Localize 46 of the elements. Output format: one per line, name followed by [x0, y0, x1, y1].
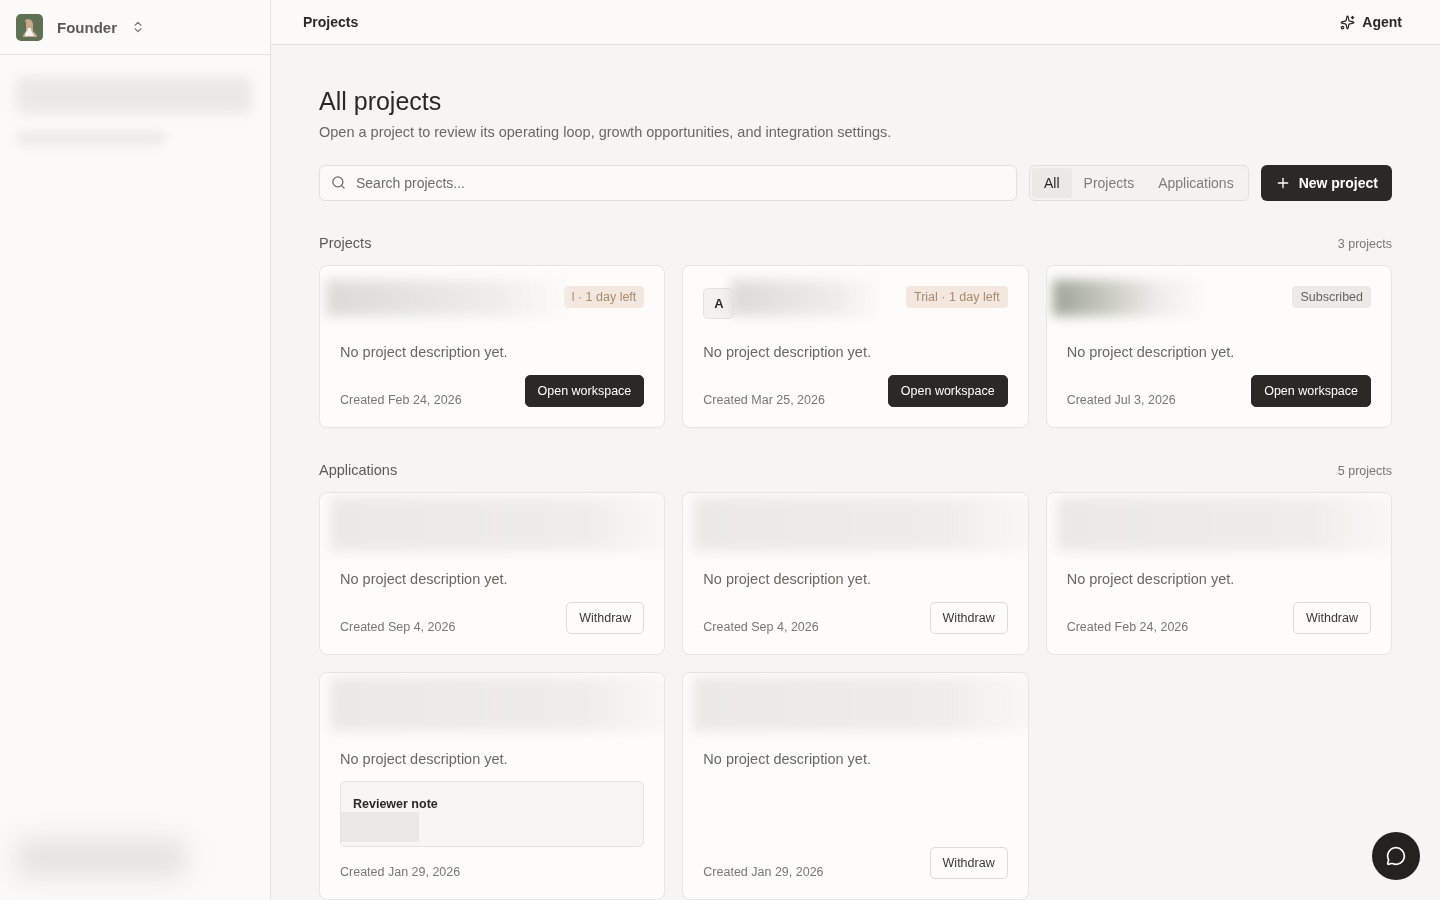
page-title: All projects [319, 87, 443, 116]
filter-tab[interactable]: Projects [1071, 168, 1147, 198]
withdraw-button[interactable]: Withdraw [1292, 602, 1371, 634]
workspace-logo[interactable] [16, 13, 43, 41]
project-description: No project description yet. [703, 344, 872, 360]
sparkles-icon [1340, 14, 1356, 30]
section-count: 5 projects [1337, 464, 1392, 478]
created-date: Created Sep 4, 2026 [340, 620, 456, 634]
breadcrumb: Projects [303, 14, 359, 30]
agent-button[interactable]: Agent [1334, 13, 1408, 31]
page-subtitle: Open a project to review its operating loop, growth opportunities, and integration settings. [319, 124, 893, 140]
created-date: Created Jan 29, 2026 [340, 865, 461, 879]
open-workspace-button[interactable]: Open workspace [1251, 375, 1371, 407]
project-description: No project description yet. [340, 344, 509, 360]
created-date: Created Mar 25, 2026 [703, 393, 825, 407]
project-description: No project description yet. [1066, 344, 1236, 360]
created-date: Created Feb 24, 2026 [340, 393, 462, 407]
open-workspace-button[interactable]: Open workspace [887, 375, 1008, 407]
open-workspace-button[interactable]: Open workspace [524, 375, 645, 407]
new-project-button[interactable]: New project [1260, 165, 1392, 201]
project-description: No project description yet. [340, 571, 509, 587]
section-title: Applications [319, 462, 398, 478]
withdraw-button[interactable]: Withdraw [566, 602, 645, 634]
workspace-name[interactable]: Founder [57, 18, 117, 36]
section-title: Projects [319, 235, 372, 251]
project-description: No project description yet. [340, 751, 509, 767]
chat-button[interactable] [1372, 832, 1420, 880]
project-description: No project description yet. [1066, 571, 1236, 587]
project-description: No project description yet. [703, 571, 872, 587]
chat-icon [1386, 846, 1406, 866]
status-badge: Trial · 1 day left [905, 286, 1008, 308]
created-date: Created Feb 24, 2026 [1066, 620, 1189, 634]
note-title: Reviewer note [353, 797, 438, 811]
project-description: No project description yet. [703, 751, 872, 767]
status-badge: Subscribed [1292, 286, 1371, 308]
section-count: 3 projects [1337, 237, 1392, 251]
withdraw-button[interactable]: Withdraw [929, 847, 1008, 879]
filter-tab[interactable]: All [1032, 168, 1072, 198]
created-date: Created Jan 29, 2026 [703, 865, 824, 879]
filter-tab[interactable]: Applications [1146, 168, 1246, 198]
status-badge: l · 1 day left [563, 286, 645, 308]
withdraw-button[interactable]: Withdraw [929, 602, 1008, 634]
created-date: Created Jul 3, 2026 [1066, 393, 1176, 407]
search-field[interactable]: Search projects... [319, 165, 1017, 201]
search-icon [331, 175, 346, 190]
created-date: Created Sep 4, 2026 [703, 620, 819, 634]
